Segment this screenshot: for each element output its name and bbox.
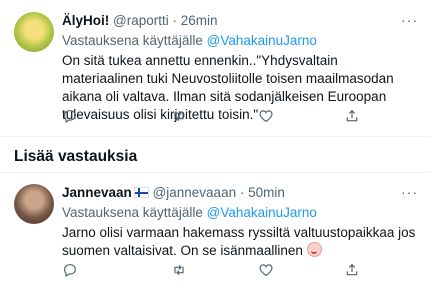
separator: · — [172, 13, 178, 28]
tweet-text-wrap: Jarno olisi varmaan hakemass ryssiltä va… — [62, 224, 422, 260]
user-handle[interactable]: @jannevaaan — [153, 185, 237, 200]
retweet-icon[interactable] — [171, 262, 189, 280]
heart-icon[interactable] — [258, 262, 276, 280]
divider — [0, 172, 430, 173]
tweet-header: Jannevaan @jannevaaan · 50min — [62, 184, 285, 201]
display-name[interactable]: ÄlyHoi! — [62, 13, 109, 28]
user-handle[interactable]: @raportti — [113, 13, 169, 28]
timestamp[interactable]: 50min — [248, 185, 285, 200]
mention-link[interactable]: @VahakainuJarno — [207, 33, 317, 48]
section-title: Lisää vastauksia — [14, 148, 138, 165]
separator: · — [239, 185, 245, 200]
tweet-actions — [62, 108, 362, 126]
avatar[interactable] — [14, 12, 54, 52]
tweet-header: ÄlyHoi! @raportti · 26min — [62, 12, 218, 29]
share-icon[interactable] — [344, 262, 362, 280]
share-icon[interactable] — [344, 108, 362, 126]
avatar[interactable] — [14, 184, 54, 224]
reply-icon[interactable] — [62, 108, 80, 126]
tweet-text: Jarno olisi varmaan hakemass ryssiltä va… — [62, 225, 416, 258]
more-icon[interactable]: ··· — [401, 184, 418, 200]
timestamp[interactable]: 26min — [181, 13, 218, 28]
finland-flag-icon — [133, 187, 149, 198]
reply-icon[interactable] — [62, 262, 80, 280]
retweet-icon[interactable] — [171, 108, 189, 126]
mention-link[interactable]: @VahakainuJarno — [207, 205, 317, 220]
tweet-actions — [62, 262, 362, 280]
replying-to: Vastauksena käyttäjälle @VahakainuJarno — [62, 204, 317, 221]
replying-prefix: Vastauksena käyttäjälle — [62, 205, 203, 220]
more-icon[interactable]: ··· — [401, 12, 418, 28]
clown-face-emoji — [306, 242, 322, 257]
display-name[interactable]: Jannevaan — [62, 185, 132, 200]
replying-prefix: Vastauksena käyttäjälle — [62, 33, 203, 48]
heart-icon[interactable] — [258, 108, 276, 126]
divider — [0, 136, 430, 137]
replying-to: Vastauksena käyttäjälle @VahakainuJarno — [62, 32, 317, 49]
